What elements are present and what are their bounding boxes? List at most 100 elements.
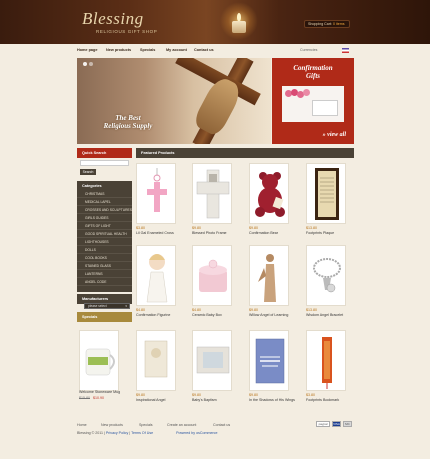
product-price: $9.80 — [249, 308, 258, 312]
search-button[interactable]: Search — [80, 169, 96, 175]
category-item[interactable]: COOL BOOKS — [77, 254, 132, 262]
product-image[interactable] — [192, 245, 232, 306]
candle-icon — [220, 2, 258, 40]
product-name[interactable]: Confirmation Bear — [249, 231, 278, 235]
privacy-policy-link[interactable]: Privacy Policy — [106, 431, 128, 435]
product-price: $3.80 — [136, 226, 145, 230]
cart-label: Shopping Cart — [308, 22, 331, 26]
pink-cross-image — [147, 168, 167, 212]
category-item[interactable]: ANGEL CODE — [77, 278, 132, 286]
banner-caption-line1: The Best — [115, 114, 141, 122]
angel-plaque-image — [144, 340, 168, 378]
product-name[interactable]: Footprints Bookmark — [306, 398, 339, 402]
footprints-plaque-image — [315, 168, 339, 220]
manufacturers-select-value: please select — [88, 304, 107, 308]
promo-title-line2: Gifts — [306, 72, 320, 80]
nav-specials[interactable]: Specials — [140, 48, 155, 52]
main-banner[interactable]: The Best Religious Supply — [77, 58, 271, 144]
gift-card-image — [312, 100, 338, 116]
product-price: $4.80 — [136, 308, 145, 312]
product-name[interactable]: In the Shadows of His Wings — [249, 398, 295, 402]
shopping-cart-button[interactable]: Shopping Cart: 0 items — [304, 20, 350, 28]
banner-caption: The Best Religious Supply — [97, 114, 159, 130]
product-price: $9.80 — [136, 393, 145, 397]
product-image[interactable] — [192, 330, 232, 391]
product-price: $9.80 — [249, 226, 258, 230]
footer-link-home[interactable]: Home — [77, 423, 87, 427]
category-item[interactable]: LIGHTHOUSES — [77, 238, 132, 246]
category-item[interactable]: GIFTS OF LIGHT — [77, 222, 132, 230]
chevron-down-icon: ▾ — [125, 304, 127, 308]
cart-items-count: 0 items — [332, 22, 345, 26]
terms-of-use-link[interactable]: Terms Of Use — [131, 431, 153, 435]
product-price: $4.80 — [192, 308, 201, 312]
footer-link-specials[interactable]: Specials — [139, 423, 153, 427]
photo-frame-cross-image — [196, 169, 230, 219]
product-image[interactable] — [79, 330, 119, 391]
footer-link-create-account[interactable]: Create an account — [167, 423, 196, 427]
visa-icon: VISA — [332, 421, 341, 427]
product-image[interactable] — [136, 330, 176, 391]
footer-link-new-products[interactable]: New products — [101, 423, 123, 427]
slider-dot[interactable] — [89, 62, 93, 66]
willow-angel-image — [258, 254, 276, 302]
product-name[interactable]: Inspirational Angel — [136, 398, 165, 402]
slider-dot-active[interactable] — [83, 62, 87, 66]
promo-title-line1: Confirmation — [293, 64, 333, 72]
site-tagline: RELIGIOUS GIFT SHOP — [96, 29, 158, 34]
category-item[interactable]: DOLLS — [77, 246, 132, 254]
nav-home[interactable]: Home page — [77, 48, 97, 52]
nav-contact-us[interactable]: Contact us — [194, 48, 214, 52]
product-name[interactable]: Footprints Plaque — [306, 231, 334, 235]
paypal-icon: paypal — [316, 421, 330, 427]
view-all-link[interactable]: » view all — [323, 132, 346, 138]
product-name[interactable]: Blessed Photo Frame — [192, 231, 227, 235]
category-item[interactable]: GOOD SPIRITUAL HEALTH — [77, 230, 132, 238]
bookmark-image — [322, 337, 332, 389]
categories-list: CHRISTMAS MEDICAL LAPEL CROSSES AND SCUL… — [77, 190, 132, 292]
manufacturers-select[interactable]: please select ▾ — [84, 303, 130, 309]
powered-by-link[interactable]: Powered by osCommerce — [176, 431, 217, 435]
product-name[interactable]: Ceramic Baby Box — [192, 313, 222, 317]
category-item[interactable]: MEDICAL LAPEL — [77, 198, 132, 206]
product-price: $13.80 — [306, 226, 317, 230]
footer-link-contact-us[interactable]: Contact us — [213, 423, 230, 427]
mug-image — [85, 348, 115, 376]
product-image[interactable] — [192, 163, 232, 224]
product-name[interactable]: Lil Gal Enameled Cross — [136, 231, 174, 235]
product-image[interactable] — [136, 245, 176, 306]
confirmation-promo[interactable]: Confirmation Gifts » view all — [272, 58, 354, 144]
product-image[interactable] — [306, 330, 346, 391]
product-image[interactable] — [306, 163, 346, 224]
product-image[interactable] — [249, 330, 289, 391]
copyright-text: Blessing © 2011 — [77, 431, 103, 435]
slider-dots[interactable] — [83, 62, 95, 67]
product-name[interactable]: Confirmation Figurine — [136, 313, 170, 317]
site-logo[interactable]: Blessing — [82, 9, 144, 29]
nav-my-account[interactable]: My account — [166, 48, 187, 52]
category-item[interactable]: LANTERNS — [77, 270, 132, 278]
product-name[interactable]: Welcome Stoneware Mug — [79, 390, 120, 394]
product-image[interactable] — [136, 163, 176, 224]
product-image[interactable] — [249, 245, 289, 306]
currency-select[interactable]: Currencies — [300, 48, 317, 52]
product-price: $13.80 — [306, 308, 317, 312]
category-item[interactable]: GIRLS GUIDES — [77, 214, 132, 222]
product-image[interactable] — [249, 163, 289, 224]
product-name[interactable]: Wisdom Angel Bracelet — [306, 313, 343, 317]
search-input[interactable] — [80, 160, 129, 166]
product-name[interactable]: Willow Angel of Learning — [249, 313, 288, 317]
mastercard-icon: MC — [343, 421, 352, 427]
product-price: $3.80 — [306, 393, 315, 397]
quick-search-title: Quick Search — [77, 148, 132, 158]
flag-icon[interactable] — [342, 48, 349, 53]
category-item[interactable]: STAINED GLASS — [77, 262, 132, 270]
product-image[interactable] — [306, 245, 346, 306]
header: Blessing RELIGIOUS GIFT SHOP Shopping Ca… — [0, 0, 430, 44]
category-item[interactable]: CROSSES AND SCULPTURES — [77, 206, 132, 214]
special-price: $10.90 — [93, 396, 104, 400]
nav-new-products[interactable]: New products — [106, 48, 131, 52]
promo-image — [282, 86, 344, 122]
product-name[interactable]: Baby's Baptism — [192, 398, 217, 402]
category-item[interactable]: CHRISTMAS — [77, 190, 132, 198]
